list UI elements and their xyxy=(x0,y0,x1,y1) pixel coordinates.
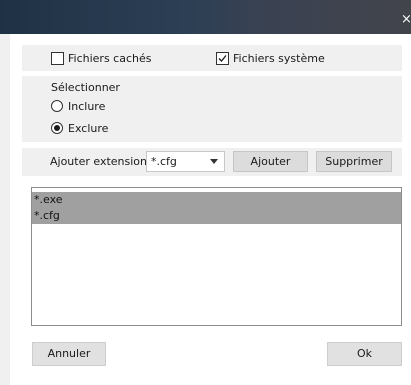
list-item[interactable]: *.cfg xyxy=(32,208,401,224)
radio-empty-icon xyxy=(51,100,63,112)
remove-button[interactable]: Supprimer xyxy=(316,151,392,172)
system-files-checkbox[interactable]: Fichiers système xyxy=(216,50,325,66)
add-button[interactable]: Ajouter xyxy=(233,151,308,172)
exclude-label: Exclure xyxy=(68,121,109,135)
extension-list[interactable]: *.exe *.cfg xyxy=(31,187,402,326)
add-extension-label: Ajouter extension xyxy=(50,155,148,168)
system-files-label: Fichiers système xyxy=(233,51,325,65)
cancel-button[interactable]: Annuler xyxy=(32,342,106,366)
exclude-radio[interactable]: Exclure xyxy=(51,120,108,136)
hidden-files-checkbox[interactable]: Fichiers cachés xyxy=(51,50,151,66)
checkmark-icon xyxy=(216,51,229,65)
checkbox-empty-icon xyxy=(51,51,64,65)
select-group-title: Sélectionner xyxy=(51,81,120,94)
radio-selected-icon xyxy=(51,122,63,134)
include-radio[interactable]: Inclure xyxy=(51,98,105,114)
list-item[interactable]: *.exe xyxy=(32,192,401,208)
dialog-window: × Fichiers cachés Fichiers système Sélec… xyxy=(0,0,411,385)
title-bar[interactable]: × xyxy=(0,0,411,34)
extension-select-value: *.cfg xyxy=(151,155,177,168)
hidden-files-label: Fichiers cachés xyxy=(68,51,152,65)
close-icon[interactable]: × xyxy=(401,13,411,27)
chevron-down-icon xyxy=(210,159,218,164)
ok-button[interactable]: Ok xyxy=(327,342,402,366)
include-label: Inclure xyxy=(68,99,106,113)
extension-select[interactable]: *.cfg xyxy=(146,151,225,172)
